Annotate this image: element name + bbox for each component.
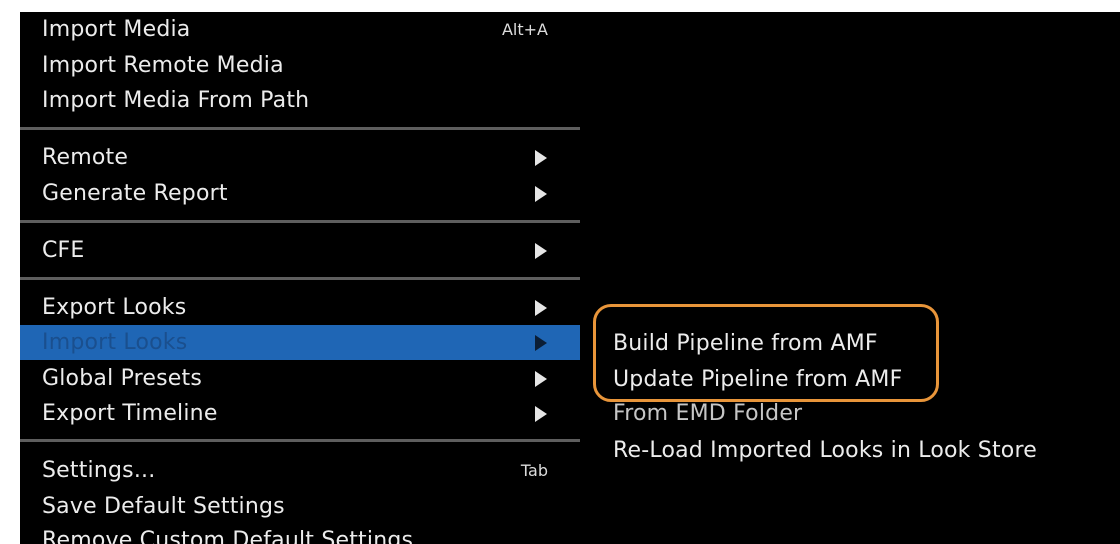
- menu-item-export-looks[interactable]: Export Looks: [20, 290, 580, 325]
- submenu-item-label: Build Pipeline from AMF: [613, 331, 878, 356]
- menu-item-global-presets[interactable]: Global Presets: [20, 361, 580, 396]
- menu-item-remove-custom-default-settings[interactable]: Remove Custom Default Settings: [20, 523, 580, 544]
- menu-item-label: Import Remote Media: [42, 53, 284, 78]
- triangle-right-icon: [535, 300, 547, 316]
- triangle-right-icon: [535, 243, 547, 259]
- shortcut-label: Alt+A: [501, 20, 548, 39]
- menu-item-label: Global Presets: [42, 366, 203, 391]
- submenu-item-label: Update Pipeline from AMF: [613, 367, 903, 392]
- menu-separator: [20, 277, 580, 280]
- menu-separator: [20, 439, 580, 442]
- triangle-right-icon: [535, 406, 547, 422]
- menu-item-save-default-settings[interactable]: Save Default Settings: [20, 489, 580, 524]
- triangle-right-icon: [535, 186, 547, 202]
- submenu-item-label: Re-Load Imported Looks in Look Store: [613, 438, 1037, 463]
- menu-item-label: Generate Report: [42, 181, 228, 206]
- submenu-item-build-pipeline-from-amf[interactable]: Build Pipeline from AMF: [613, 326, 1113, 361]
- menu-item-label: Settings...: [42, 458, 156, 483]
- screen: Import Media Alt+A Import Remote Media I…: [0, 0, 1120, 544]
- page-background: [0, 0, 1120, 12]
- menu-item-export-timeline[interactable]: Export Timeline: [20, 396, 580, 431]
- menu-item-label: Remote: [42, 145, 129, 170]
- context-menu: Import Media Alt+A Import Remote Media I…: [20, 12, 1120, 544]
- menu-item-generate-report[interactable]: Generate Report: [20, 176, 580, 211]
- menu-item-import-media[interactable]: Import Media Alt+A: [20, 12, 580, 47]
- submenu-item-reload-imported-looks[interactable]: Re-Load Imported Looks in Look Store: [613, 433, 1113, 468]
- triangle-right-icon: [535, 335, 547, 351]
- submenu-item-label: From EMD Folder: [613, 401, 803, 426]
- menu-item-label: Remove Custom Default Settings: [42, 528, 414, 544]
- triangle-right-icon: [535, 150, 547, 166]
- shortcut-label: Tab: [520, 461, 548, 480]
- menu-item-settings[interactable]: Settings... Tab: [20, 453, 580, 488]
- triangle-right-icon: [535, 371, 547, 387]
- menu-item-label: Import Media: [42, 17, 191, 42]
- menu-separator: [20, 220, 580, 223]
- menu-separator: [20, 127, 580, 130]
- menu-item-label: Save Default Settings: [42, 494, 285, 519]
- submenu-item-update-pipeline-from-amf[interactable]: Update Pipeline from AMF: [613, 362, 1113, 397]
- menu-item-label: Import Looks: [42, 330, 188, 355]
- menu-item-cfe[interactable]: CFE: [20, 233, 580, 268]
- menu-item-label: Import Media From Path: [42, 88, 310, 113]
- page-background-left: [0, 0, 20, 544]
- menu-item-label: CFE: [42, 238, 85, 263]
- menu-item-remote[interactable]: Remote: [20, 140, 580, 175]
- menu-item-import-remote-media[interactable]: Import Remote Media: [20, 48, 580, 83]
- menu-item-label: Export Looks: [42, 295, 187, 320]
- menu-item-import-media-from-path[interactable]: Import Media From Path: [20, 83, 580, 118]
- menu-item-label: Export Timeline: [42, 401, 218, 426]
- submenu-item-from-emd-folder[interactable]: From EMD Folder: [613, 396, 1113, 431]
- menu-item-import-looks[interactable]: Import Looks: [20, 325, 580, 360]
